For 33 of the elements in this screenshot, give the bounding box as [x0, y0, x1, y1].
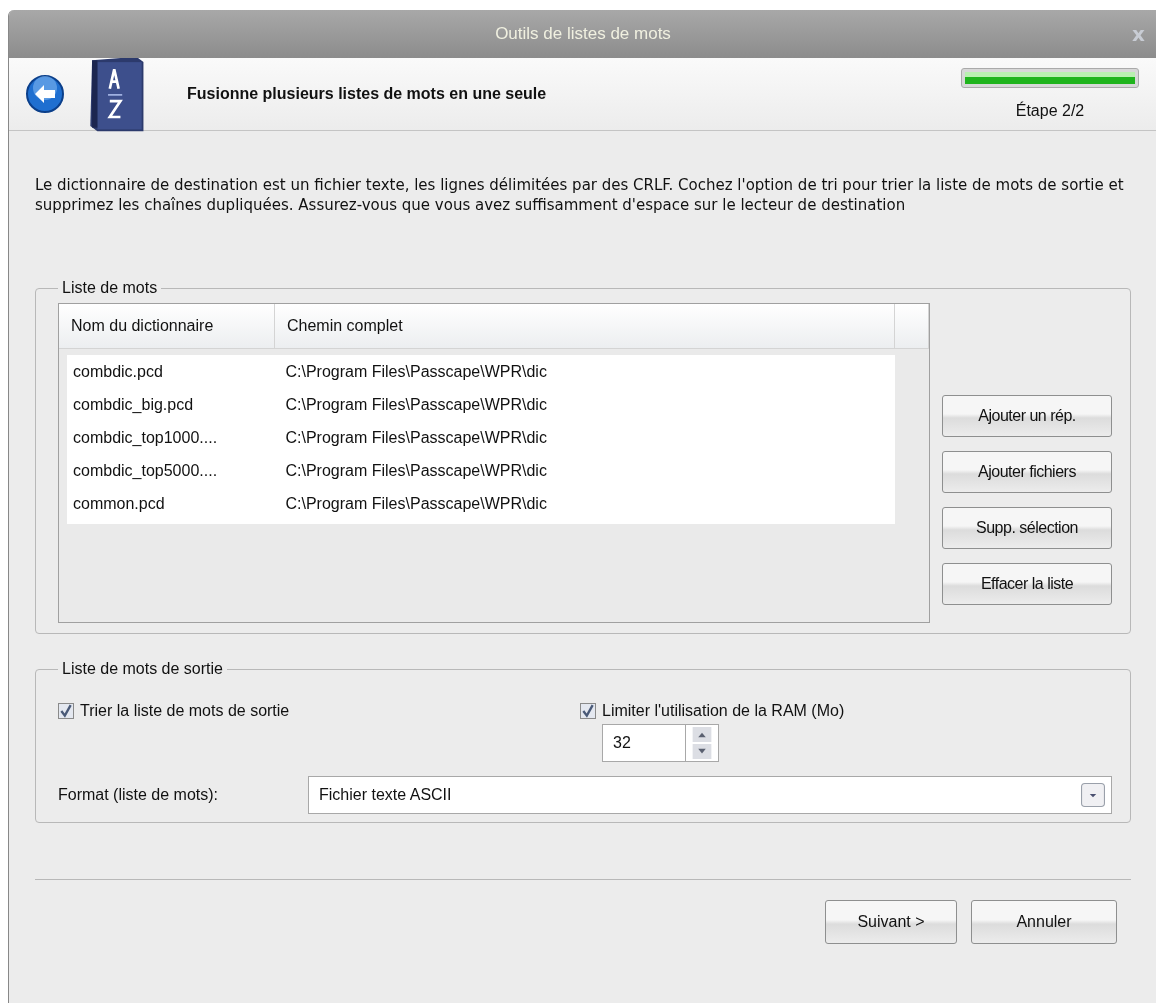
- spin-buttons[interactable]: [686, 724, 719, 762]
- table-cell-text: C:\Program Files\Passcape\WPR\dic: [284, 428, 548, 447]
- table-cell-text: C:\Program Files\Passcape\WPR\dic: [284, 494, 548, 513]
- checkbox-label: Trier la liste de mots de sortie: [80, 702, 290, 720]
- list-action-button[interactable]: Supp. sélection: [942, 507, 1112, 549]
- group-legend: Liste de mots de sortie: [58, 660, 227, 678]
- column-header[interactable]: Nom du dictionnaire: [59, 304, 275, 348]
- checkbox-label: Limiter l'utilisation de la RAM (Mo): [602, 702, 845, 720]
- list-action-button[interactable]: Ajouter un rép.: [942, 395, 1112, 437]
- table-cell-text: combdic_top1000....: [72, 428, 219, 447]
- checkbox[interactable]: [580, 703, 596, 719]
- list-action-button[interactable]: Effacer la liste: [942, 563, 1112, 605]
- table-cell-text: C:\Program Files\Passcape\WPR\dic: [284, 461, 548, 480]
- table-cell-text: common.pcd: [72, 494, 166, 513]
- description-text: Le dictionnaire de destination est un fichier texte, les lignes délimitées par des CRLF. Cochez l'option de tri pour trier la liste de mots de sortie et supprimez les chaînes dupliquées. Assurez-vous que vous avez suffisamment d'espace sur le lecteur de destination: [35, 175, 1125, 215]
- wizard-button[interactable]: Suivant >: [825, 900, 957, 944]
- table-cell-text: combdic_top5000....: [72, 461, 219, 480]
- step-label: Étape 2/2: [1015, 102, 1085, 120]
- table-cell-text: combdic.pcd: [72, 362, 164, 381]
- list-action-button[interactable]: Ajouter fichiers: [942, 451, 1112, 493]
- window-title: Outils de listes de mots: [495, 24, 671, 44]
- page-title: Fusionne plusieurs listes de mots en une seule: [187, 85, 548, 103]
- table-cell-text: combdic_big.pcd: [72, 395, 195, 414]
- table-cell-text: C:\Program Files\Passcape\WPR\dic: [284, 362, 548, 381]
- column-header[interactable]: Chemin complet: [275, 304, 895, 348]
- wizard-button[interactable]: Annuler: [971, 900, 1117, 944]
- format-dropdown[interactable]: Fichier texte ASCII: [308, 776, 1112, 814]
- dictionary-list[interactable]: [58, 303, 930, 623]
- group-legend: Liste de mots: [58, 279, 162, 297]
- ram-limit-field[interactable]: 32: [602, 724, 686, 762]
- checkbox[interactable]: [58, 703, 74, 719]
- table-cell-text: C:\Program Files\Passcape\WPR\dic: [284, 395, 548, 414]
- format-label: Format (liste de mots):: [58, 786, 220, 804]
